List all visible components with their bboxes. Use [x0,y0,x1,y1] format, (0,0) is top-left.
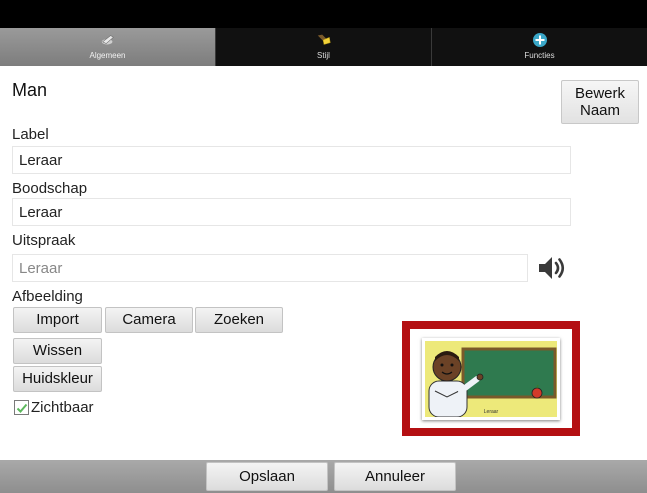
search-button[interactable]: Zoeken [195,307,283,333]
bottom-action-bar: Opslaan Annuleer [0,460,647,493]
label-field[interactable]: Leraar [12,146,571,174]
tab-functions[interactable]: Functies [432,28,647,66]
tab-style[interactable]: Stijl [216,28,432,66]
edit-name-label-line1: Bewerk [574,85,626,102]
paint-brush-icon [316,32,332,48]
save-button[interactable]: Opslaan [206,462,328,491]
skin-color-button[interactable]: Huidskleur [13,366,102,392]
label-field-title: Label [12,126,49,143]
visible-checkbox-label: Zichtbaar [31,399,94,416]
import-button[interactable]: Import [13,307,102,333]
edit-pencil-icon [100,32,116,48]
edit-name-label-line2: Naam [579,102,620,119]
tab-bar: Algemeen Stijl Functies [0,28,647,66]
tab-general-label: Algemeen [89,51,126,60]
plus-circle-icon [532,32,548,48]
tab-general[interactable]: Algemeen [0,28,216,66]
pronunciation-field[interactable]: Leraar [12,254,528,282]
pronunciation-field-title: Uitspraak [12,232,76,249]
tab-style-label: Stijl [317,51,330,60]
visible-checkbox-row[interactable]: Zichtbaar [14,399,94,416]
camera-button[interactable]: Camera [105,307,193,333]
checkmark-icon [16,403,27,413]
speaker-icon[interactable] [536,252,568,284]
message-field-title: Boodschap [12,180,88,197]
message-field[interactable]: Leraar [12,198,571,226]
page-title: Man [12,80,48,100]
edit-name-button[interactable]: Bewerk Naam [561,80,639,124]
image-preview-frame[interactable]: Leraar [402,321,580,436]
symbol-card: Leraar [422,338,560,420]
visible-checkbox[interactable] [14,400,29,415]
clear-button[interactable]: Wissen [13,338,102,364]
status-bar [0,0,647,28]
symbol-caption: Leraar [483,409,499,415]
edit-panel: Man Bewerk Naam Label Leraar Boodschap L… [0,66,647,460]
image-section-title: Afbeelding [12,288,83,305]
cancel-button[interactable]: Annuleer [334,462,456,491]
tab-functions-label: Functies [524,51,555,60]
teacher-symbol-image: Leraar [425,341,557,417]
